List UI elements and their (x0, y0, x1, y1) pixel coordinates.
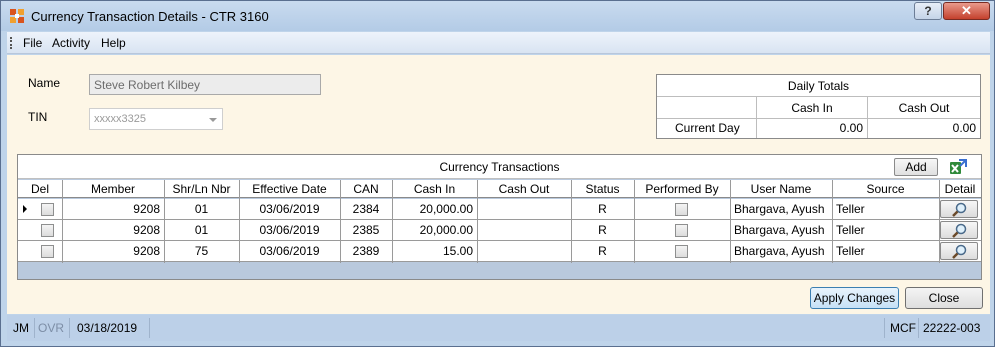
col-status[interactable]: Status (571, 180, 634, 198)
cell-effective-date: 03/06/2019 (259, 223, 320, 237)
cell-cash-in: 20,000.00 (419, 223, 473, 237)
cell-member: 9208 (133, 244, 160, 258)
status-date: 03/18/2019 (77, 321, 138, 335)
apply-changes-button[interactable]: Apply Changes (810, 287, 899, 309)
status-user: JM (13, 321, 29, 335)
table-row[interactable]: 9208 75 03/06/2019 2389 15.00 R Bhargava… (18, 241, 981, 262)
cell-user-name: Bhargava, Ayush (734, 244, 825, 258)
cell-shr-ln: 75 (194, 244, 209, 258)
cell-member: 9208 (133, 202, 160, 216)
menu-help[interactable]: Help (101, 36, 126, 50)
cell-effective-date: 03/06/2019 (259, 202, 320, 216)
tin-label: TIN (28, 110, 48, 124)
menu-grip-icon (10, 37, 13, 49)
app-logo-icon (10, 9, 24, 23)
col-member[interactable]: Member (62, 180, 164, 198)
col-cash-in[interactable]: Cash In (392, 180, 477, 198)
magnifier-icon (952, 202, 967, 217)
cell-source: Teller (836, 244, 865, 258)
table-row[interactable]: 9208 01 03/06/2019 2385 20,000.00 R Bhar… (18, 220, 981, 241)
current-row-indicator-icon (23, 205, 27, 213)
cell-can: 2385 (352, 223, 380, 237)
menu-bar: File Activity Help (7, 32, 990, 54)
col-performed-by[interactable]: Performed By (634, 180, 730, 198)
grid-header: Del Member Shr/Ln Nbr Effective Date CAN… (18, 180, 981, 198)
tin-value: xxxxx3325 (94, 113, 146, 125)
cell-member: 9208 (133, 223, 160, 237)
daily-totals-table: Daily Totals Cash In Cash Out Current Da… (656, 74, 981, 139)
help-button[interactable]: ? (914, 2, 942, 20)
cell-status: R (598, 244, 607, 258)
performed-by-checkbox[interactable] (675, 224, 688, 237)
name-label: Name (28, 76, 61, 90)
current-day-label: Current Day (675, 121, 740, 135)
window-title: Currency Transaction Details - CTR 3160 (31, 9, 269, 24)
col-user-name[interactable]: User Name (730, 180, 832, 198)
col-cash-out[interactable]: Cash Out (477, 180, 571, 198)
col-shr-ln-nbr[interactable]: Shr/Ln Nbr (164, 180, 239, 198)
status-code: 22222-003 (923, 321, 981, 335)
cell-cash-out (477, 241, 567, 261)
daily-totals-title: Daily Totals (657, 75, 980, 97)
detail-button[interactable] (940, 242, 978, 260)
tin-dropdown[interactable]: xxxxx3325 (89, 108, 223, 130)
status-ovr: OVR (38, 321, 65, 335)
performed-by-checkbox[interactable] (675, 203, 688, 216)
cell-cash-in: 15.00 (442, 244, 473, 258)
table-row[interactable]: 9208 01 03/06/2019 2384 20,000.00 R Bhar… (18, 199, 981, 220)
export-excel-icon[interactable] (948, 157, 968, 177)
status-bar: JM OVR 03/18/2019 MCF 22222-003 (7, 315, 990, 341)
col-source[interactable]: Source (832, 180, 939, 198)
cell-source: Teller (836, 202, 865, 216)
cell-cash-out (477, 220, 567, 240)
cell-user-name: Bhargava, Ayush (734, 223, 825, 237)
magnifier-icon (952, 223, 967, 238)
magnifier-icon (952, 244, 967, 259)
col-can[interactable]: CAN (340, 180, 392, 198)
col-detail[interactable]: Detail (939, 180, 981, 198)
cell-can: 2389 (352, 244, 380, 258)
chevron-down-icon (209, 118, 217, 122)
performed-by-checkbox[interactable] (675, 245, 688, 258)
currency-transaction-window: Currency Transaction Details - CTR 3160 … (0, 0, 995, 347)
del-checkbox[interactable] (41, 203, 54, 216)
del-checkbox[interactable] (41, 245, 54, 258)
status-app: MCF (890, 321, 916, 335)
currency-transactions-grid: Currency Transactions Add Del Member Shr… (17, 154, 982, 280)
close-window-button[interactable]: ✕ (943, 2, 990, 20)
grid-caption: Currency Transactions Add (18, 155, 981, 179)
cash-in-header: Cash In (791, 101, 833, 115)
cell-shr-ln: 01 (194, 223, 209, 237)
cell-user-name: Bhargava, Ayush (734, 202, 825, 216)
detail-button[interactable] (940, 200, 978, 218)
current-day-cash-out: 0.00 (952, 121, 976, 135)
cell-source: Teller (836, 223, 865, 237)
cell-can: 2384 (352, 202, 380, 216)
close-button[interactable]: Close (905, 287, 983, 309)
cell-status: R (598, 223, 607, 237)
menu-activity[interactable]: Activity (52, 36, 90, 50)
grid-title: Currency Transactions (439, 160, 560, 174)
add-button[interactable]: Add (894, 158, 938, 176)
col-effective-date[interactable]: Effective Date (239, 180, 340, 198)
content-panel: Name Steve Robert Kilbey TIN xxxxx3325 D… (7, 55, 990, 314)
name-field: Steve Robert Kilbey (89, 74, 321, 95)
title-bar[interactable]: Currency Transaction Details - CTR 3160 … (1, 1, 994, 31)
detail-button[interactable] (940, 221, 978, 239)
current-day-cash-in: 0.00 (839, 121, 863, 135)
cell-cash-in: 20,000.00 (419, 202, 473, 216)
cash-out-header: Cash Out (898, 101, 950, 115)
cell-effective-date: 03/06/2019 (259, 244, 320, 258)
menu-file[interactable]: File (23, 36, 42, 50)
cell-shr-ln: 01 (194, 202, 209, 216)
cell-status: R (598, 202, 607, 216)
del-checkbox[interactable] (41, 224, 54, 237)
col-del[interactable]: Del (18, 180, 62, 198)
cell-cash-out (477, 199, 567, 219)
